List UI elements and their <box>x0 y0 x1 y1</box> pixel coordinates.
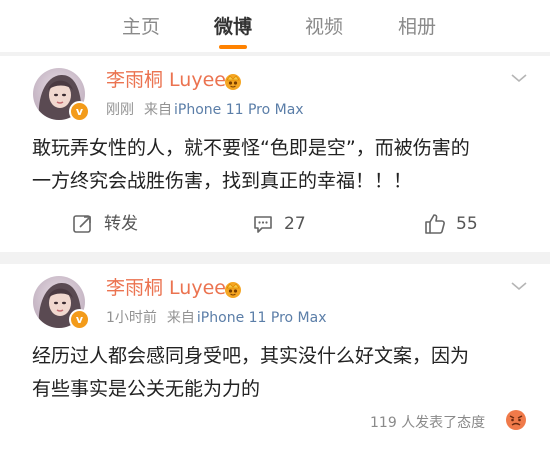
tab-video[interactable]: 视频 <box>305 14 343 40</box>
repost-icon <box>73 215 91 233</box>
profile-tabs: 主页 微博 视频 相册 <box>0 0 550 52</box>
thumbs-up-icon <box>425 214 445 234</box>
source-label: 来自 <box>166 310 195 326</box>
post-meta: 刚刚 来自 iPhone 11 Pro Max <box>106 100 304 120</box>
member-crown-icon <box>225 74 241 90</box>
username[interactable]: 李雨桐 Luyee <box>106 275 226 301</box>
tab-home[interactable]: 主页 <box>122 14 160 40</box>
post-content: 敢玩弄女性的人，就不要怪“色即是空”，而被伤害的 一方终究会战胜伤害，找到真正的… <box>32 132 532 198</box>
post-content-line: 经历过人都会感同身受吧，其实没什么好文案，因为 <box>32 345 470 367</box>
source-device[interactable]: iPhone 11 Pro Max <box>197 310 327 326</box>
post-actions: 转发 27 55 <box>0 206 550 242</box>
tab-album[interactable]: 相册 <box>398 14 436 40</box>
repost-button[interactable]: 转发 <box>72 212 152 236</box>
post-meta: 1小时前 来自 iPhone 11 Pro Max <box>106 308 327 328</box>
post-content-line: 一方终究会战胜伤害，找到真正的幸福！！！ <box>32 170 413 192</box>
post-content-line: 有些事实是公关无能为力的 <box>32 378 261 400</box>
like-count: 55 <box>456 214 478 234</box>
post-content: 经历过人都会感同身受吧，其实没什么好文案，因为 有些事实是公关无能为力的 <box>32 340 532 406</box>
username[interactable]: 李雨桐 Luyee <box>106 67 226 93</box>
comment-button[interactable]: 27 <box>252 212 322 236</box>
post-card: v 李雨桐 Luyee 1小时前 来自 iPhone 11 Pro Max 经历过人… <box>0 264 550 461</box>
post-content-line: 敢玩弄女性的人，就不要怪“色即是空”，而被伤害的 <box>32 137 470 159</box>
source-label: 来自 <box>144 102 172 118</box>
chevron-down-icon[interactable] <box>510 72 528 84</box>
verified-badge: v <box>69 101 90 122</box>
post-time: 1小时前 <box>106 310 157 326</box>
post-card: v 李雨桐 Luyee 刚刚 来自 iPhone 11 Pro Max 敢玩弄女性的… <box>0 56 550 252</box>
like-button[interactable]: 55 <box>424 212 494 236</box>
comment-icon <box>254 216 272 233</box>
tab-weibo[interactable]: 微博 <box>214 14 252 40</box>
active-tab-indicator <box>219 45 247 49</box>
member-crown-icon <box>225 282 241 298</box>
post-time: 刚刚 <box>106 102 134 118</box>
verified-badge: v <box>69 309 90 330</box>
source-device[interactable]: iPhone 11 Pro Max <box>174 102 304 118</box>
comment-count: 27 <box>284 214 306 234</box>
reactions-summary[interactable]: 119 人发表了态度 <box>370 412 485 434</box>
angry-face-icon[interactable] <box>505 409 527 431</box>
chevron-down-icon[interactable] <box>510 280 528 292</box>
repost-label: 转发 <box>104 214 138 234</box>
